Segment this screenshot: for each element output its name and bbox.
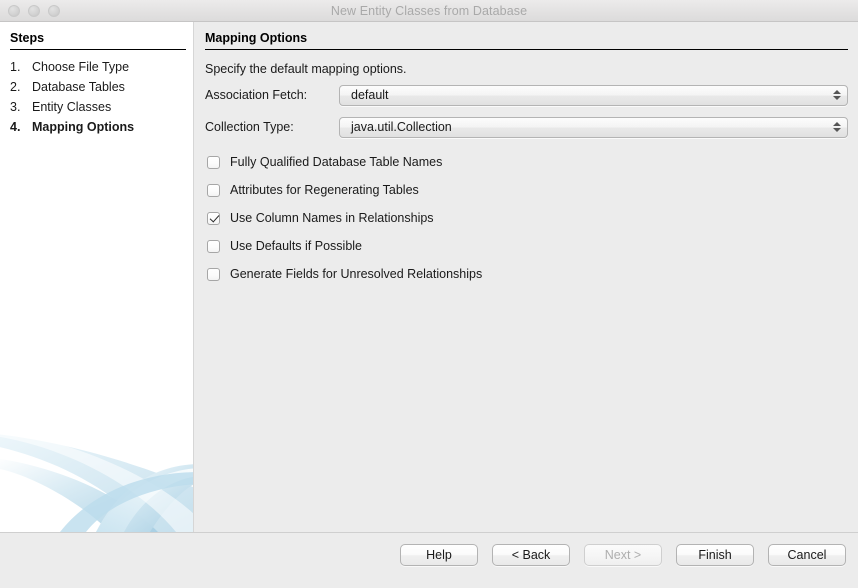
dialog-button-bar: Help < Back Next > Finish Cancel: [400, 544, 846, 566]
wizard-dialog-window: New Entity Classes from Database Steps 1…: [0, 0, 858, 588]
checkbox-label: Attributes for Regenerating Tables: [230, 183, 419, 197]
steps-sidebar: Steps 1. Choose File Type 2. Database Ta…: [0, 22, 194, 532]
step-label: Choose File Type: [32, 60, 130, 74]
mapping-options-checkbox-group: Fully Qualified Database Table Names Att…: [207, 148, 848, 288]
step-item-1: 1. Choose File Type: [10, 60, 190, 80]
finish-button[interactable]: Finish: [676, 544, 754, 566]
association-fetch-value: default: [351, 88, 389, 102]
page-description: Specify the default mapping options.: [205, 62, 407, 76]
checkbox-use-defaults[interactable]: Use Defaults if Possible: [207, 232, 848, 260]
collection-type-combo[interactable]: java.util.Collection: [339, 116, 848, 138]
checkbox-label: Generate Fields for Unresolved Relations…: [230, 267, 483, 281]
association-fetch-row: Association Fetch: default: [205, 84, 848, 106]
chevron-up-icon: [832, 90, 841, 94]
checkbox-box-icon[interactable]: [207, 155, 220, 169]
close-light-icon[interactable]: [8, 4, 20, 17]
stepper-arrows-icon[interactable]: [832, 86, 841, 105]
window-title: New Entity Classes from Database: [330, 3, 528, 18]
step-label: Entity Classes: [32, 100, 112, 114]
page-title: Mapping Options: [205, 31, 308, 45]
window-controls: [8, 0, 60, 21]
blue-swoosh-decoration-icon: [0, 430, 193, 532]
back-button[interactable]: < Back: [492, 544, 570, 566]
association-fetch-label: Association Fetch:: [205, 88, 308, 102]
checkbox-label: Use Column Names in Relationships: [230, 211, 434, 225]
collection-type-row: Collection Type: java.util.Collection: [205, 116, 848, 138]
title-bar: New Entity Classes from Database: [0, 0, 858, 22]
cancel-button[interactable]: Cancel: [768, 544, 846, 566]
checkbox-box-icon[interactable]: [207, 239, 220, 253]
step-number: 1.: [10, 60, 21, 74]
step-label: Mapping Options: [32, 120, 135, 134]
steps-heading-divider: [10, 49, 186, 50]
help-button[interactable]: Help: [400, 544, 478, 566]
chevron-down-icon: [832, 128, 841, 132]
chevron-down-icon: [832, 96, 841, 100]
step-number: 2.: [10, 80, 21, 94]
checkbox-box-icon[interactable]: [207, 267, 220, 281]
next-button: Next >: [584, 544, 662, 566]
steps-heading: Steps: [10, 31, 45, 45]
page-title-divider: [205, 49, 848, 50]
checkbox-label: Use Defaults if Possible: [230, 239, 363, 253]
collection-type-label: Collection Type:: [205, 120, 294, 134]
stepper-arrows-icon[interactable]: [832, 118, 841, 137]
association-fetch-combo[interactable]: default: [339, 84, 848, 106]
step-label: Database Tables: [32, 80, 125, 94]
checkbox-checked-icon[interactable]: [207, 211, 220, 225]
checkbox-use-column-names[interactable]: Use Column Names in Relationships: [207, 204, 848, 232]
checkbox-box-icon[interactable]: [207, 183, 220, 197]
checkbox-label: Fully Qualified Database Table Names: [230, 155, 443, 169]
chevron-up-icon: [832, 122, 841, 126]
steps-list: 1. Choose File Type 2. Database Tables 3…: [10, 60, 190, 140]
step-item-2: 2. Database Tables: [10, 80, 190, 100]
dialog-footer: Help < Back Next > Finish Cancel: [0, 532, 858, 588]
zoom-light-icon[interactable]: [48, 4, 60, 17]
collection-type-value: java.util.Collection: [351, 120, 452, 134]
step-item-4-current: 4. Mapping Options: [10, 120, 190, 140]
dialog-body: Steps 1. Choose File Type 2. Database Ta…: [0, 22, 858, 532]
minimize-light-icon[interactable]: [28, 4, 40, 17]
checkbox-generate-unresolved-fields[interactable]: Generate Fields for Unresolved Relations…: [207, 260, 848, 288]
checkbox-fully-qualified-table-names[interactable]: Fully Qualified Database Table Names: [207, 148, 848, 176]
step-number: 3.: [10, 100, 21, 114]
checkbox-attributes-regenerating-tables[interactable]: Attributes for Regenerating Tables: [207, 176, 848, 204]
step-number: 4.: [10, 120, 21, 134]
step-item-3: 3. Entity Classes: [10, 100, 190, 120]
mapping-options-panel: Mapping Options Specify the default mapp…: [194, 22, 858, 532]
